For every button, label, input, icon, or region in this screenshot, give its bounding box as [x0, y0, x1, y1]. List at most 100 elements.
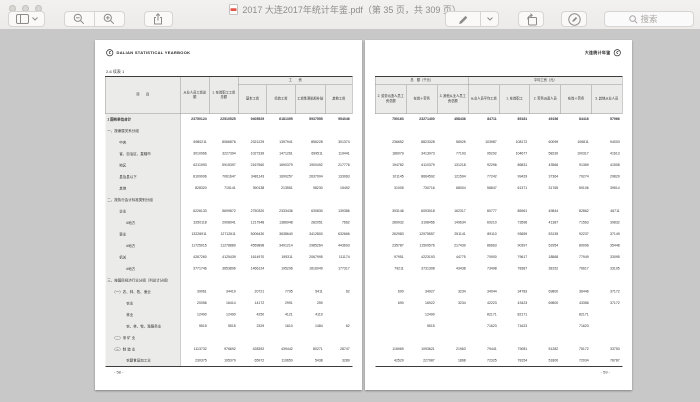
- table-cell: [406, 125, 437, 137]
- table-cell: 79081: [499, 344, 530, 356]
- yearbook-brand-right: 大连统计年鉴: [585, 49, 621, 57]
- table-cell: 51282: [530, 344, 561, 356]
- search-input[interactable]: [605, 12, 693, 26]
- table-cell: 43566: [530, 160, 561, 172]
- table-cell: [591, 332, 622, 344]
- row-label: 企业: [105, 206, 180, 218]
- row-label: #地方: [105, 217, 180, 229]
- table-cell: 2908941: [209, 217, 238, 229]
- table-cell: 8066876: [209, 137, 238, 149]
- table-cell: [180, 194, 209, 206]
- table-cell: [180, 275, 209, 287]
- highlight-button[interactable]: [445, 11, 481, 27]
- table-cell: 2321229: [238, 137, 267, 149]
- table-cell: 2991: [267, 298, 296, 310]
- col-header: 3. 其他从业人员工资总额: [437, 85, 468, 114]
- table-cell: 12490: [406, 309, 437, 321]
- toolbar-left: [8, 11, 173, 29]
- table-cell: 5438: [295, 355, 325, 367]
- table-cell: 43423: [499, 298, 530, 310]
- table-cell: 227987: [406, 355, 437, 367]
- table-cell: 217776: [325, 160, 352, 172]
- share-button[interactable]: [144, 11, 173, 27]
- table-cell: 235787: [375, 240, 406, 252]
- table-cell: 82171: [561, 309, 592, 321]
- table-cell: [468, 194, 499, 206]
- yearbook-logo-icon: [106, 49, 114, 57]
- table-cell: [530, 275, 561, 287]
- table-cell: [375, 332, 406, 344]
- table-cell: 1690379: [267, 160, 296, 172]
- table-cell: [325, 309, 352, 321]
- table-cell: 71623: [499, 321, 530, 333]
- table-cell: 4223193: [406, 252, 437, 264]
- table-cell: 715141: [209, 183, 238, 195]
- table-cell: 13226911: [180, 229, 209, 241]
- table-cell: 16922: [406, 298, 437, 310]
- table-cell: 690: [375, 298, 406, 310]
- table-cell: 7662: [325, 217, 352, 229]
- rotate-button[interactable]: [518, 11, 544, 27]
- zoom-out-button[interactable]: [64, 11, 95, 27]
- chevron-down-icon: [32, 17, 38, 21]
- table-cell: [437, 321, 468, 333]
- table-cell: 80777: [468, 206, 499, 218]
- table-cell: 119441: [325, 148, 352, 160]
- pdf-page-left: DALIAN STATISTICAL YEARBOOK 2-6 续表 1 项 目…: [95, 40, 362, 390]
- table-cell: 69800: [530, 298, 561, 310]
- col-header: 其他工资: [325, 85, 352, 114]
- table-cell: 1900492: [295, 160, 325, 172]
- table-cell: 89096: [561, 240, 592, 252]
- table-cell: [591, 194, 622, 206]
- table-cell: 2985264: [295, 240, 325, 252]
- row-label: 1 国有单位合计: [105, 114, 180, 126]
- sidebar-view-icon: [16, 14, 29, 24]
- table-cell: 195311: [267, 252, 296, 264]
- table-cell: [180, 125, 209, 137]
- table-cell: 34783: [499, 286, 530, 298]
- table-cell: [325, 275, 352, 287]
- table-cell: 60099: [530, 137, 561, 149]
- table-cell: [468, 125, 499, 137]
- table-cell: [209, 275, 238, 287]
- table-cell: 5699872: [209, 206, 238, 218]
- view-menu-button[interactable]: [8, 11, 45, 27]
- zoom-in-button[interactable]: [94, 11, 125, 27]
- table-cell: 77949: [561, 252, 592, 264]
- markup-toolbar-button[interactable]: [561, 11, 587, 27]
- row-label: 二、按执行会计标准类别分组: [105, 194, 180, 206]
- search-field[interactable]: [604, 11, 694, 27]
- table-cell: [209, 194, 238, 206]
- row-label: 地区: [105, 160, 180, 172]
- row-label: （一）农、林、牧、渔业: [105, 286, 180, 298]
- table-cell: 61371: [499, 183, 530, 195]
- table-cell: [561, 194, 592, 206]
- table-cell: 4121: [267, 309, 296, 321]
- table-cell: 5411: [295, 286, 325, 298]
- row-label: （二）采 矿 业: [105, 332, 180, 344]
- row-label: 事业: [105, 229, 180, 241]
- table-cell: 6181395: [267, 114, 296, 126]
- table-cell: 632666: [325, 229, 352, 241]
- table-cell: 93659: [499, 229, 530, 241]
- table-cell: 33095: [591, 252, 622, 264]
- table-cell: 7061647: [209, 171, 238, 183]
- table-cell: 84711: [468, 114, 499, 126]
- highlight-color-dropdown[interactable]: [480, 11, 499, 27]
- table-cell: 4125439: [209, 252, 238, 264]
- table-cell: 8823328: [406, 137, 437, 149]
- table-cell: 289932: [375, 217, 406, 229]
- table-cell: 65972: [238, 355, 267, 367]
- table-cell: 37172: [591, 286, 622, 298]
- table-cell: 6211993: [180, 160, 209, 172]
- table-cell: 82171: [499, 309, 530, 321]
- table-cell: 5915397: [209, 160, 238, 172]
- table-cell: 1386948: [267, 217, 296, 229]
- table-cell: 20056: [180, 298, 209, 310]
- table-cell: 41508: [591, 160, 622, 172]
- table-cell: [375, 309, 406, 321]
- toolbar-right: [445, 11, 694, 29]
- document-area[interactable]: DALIAN STATISTICAL YEARBOOK 2-6 续表 1 项 目…: [0, 30, 700, 402]
- table-cell: 1466124: [238, 263, 267, 275]
- table-cell: 18868: [530, 252, 561, 264]
